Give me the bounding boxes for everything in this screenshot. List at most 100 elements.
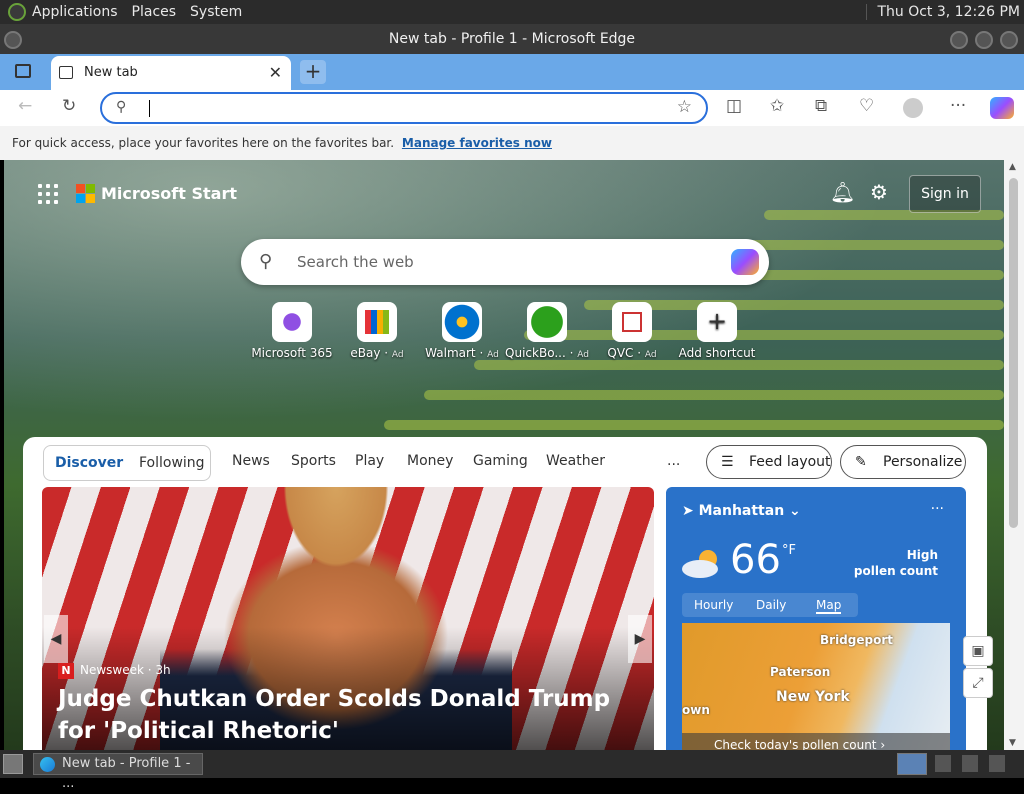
feed-pivot: Discover Following [43, 445, 211, 481]
page-scrollbar[interactable]: ▲ ▼ [1004, 160, 1024, 750]
workspace-2[interactable] [935, 755, 951, 772]
add-shortcut-button[interactable]: + Add shortcut [674, 302, 760, 360]
expand-icon[interactable]: ⤢ [963, 668, 993, 698]
more-menu-icon[interactable]: ··· [950, 96, 966, 116]
workspace-3[interactable] [962, 755, 978, 772]
map-label: Bridgeport [820, 633, 893, 647]
nav-more[interactable]: ... [667, 453, 680, 469]
nav-news[interactable]: News [232, 453, 270, 469]
pollen-map[interactable]: Bridgeport Paterson New York own Check t… [682, 623, 950, 750]
address-bar[interactable]: ⚲ ☆ [100, 92, 708, 124]
copilot-icon[interactable] [731, 249, 759, 275]
shortcut-qvc[interactable]: QVC · Ad [589, 302, 675, 360]
brand-name[interactable]: Microsoft Start [101, 184, 237, 203]
weather-location[interactable]: ➤ Manhattan ⌄ [682, 503, 801, 519]
shortcut-label: Walmart [425, 346, 476, 360]
tab-hourly[interactable]: Hourly [694, 598, 733, 612]
profile-avatar[interactable] [903, 98, 923, 118]
ebay-icon [357, 302, 397, 342]
nav-sports[interactable]: Sports [291, 453, 336, 469]
ad-label: Ad [577, 350, 589, 360]
maximize-icon[interactable] [975, 31, 993, 49]
story-headline[interactable]: Judge Chutkan Order Scolds Donald Trump … [58, 683, 638, 747]
split-screen-icon[interactable]: ◫ [726, 96, 742, 116]
workspace-4[interactable] [989, 755, 1005, 772]
map-label: Paterson [770, 665, 831, 679]
close-window-icon[interactable] [1000, 31, 1018, 49]
weather-tabs: Hourly Daily Map [682, 593, 858, 617]
nav-gaming[interactable]: Gaming [473, 453, 528, 469]
tab-following[interactable]: Following [139, 455, 205, 471]
pollen-level: High [906, 548, 938, 562]
refresh-icon[interactable]: ↻ [62, 96, 76, 116]
shortcut-walmart[interactable]: Walmart · Ad [419, 302, 505, 360]
notifications-bell-icon[interactable]: 🔔︎ [830, 180, 855, 204]
show-desktop-icon[interactable] [3, 754, 23, 774]
temperature: 66 [730, 537, 781, 583]
minimize-icon[interactable] [950, 31, 968, 49]
favorites-icon[interactable]: ✩ [770, 96, 784, 116]
tab-daily[interactable]: Daily [756, 598, 786, 612]
new-tab-page-icon [59, 66, 73, 79]
ad-label: Ad [644, 350, 657, 360]
search-placeholder[interactable]: Search the web [297, 253, 414, 271]
system-menu-bar: Applications Places System Thu Oct 3, 12… [0, 0, 1024, 24]
back-icon[interactable]: ← [18, 96, 32, 116]
weather-card: ➤ Manhattan ⌄ ··· 66 °F High pollen count… [666, 487, 966, 750]
partly-cloudy-icon [680, 549, 726, 579]
scroll-up-icon[interactable]: ▲ [1009, 162, 1016, 172]
tab-map[interactable]: Map [816, 598, 842, 614]
manage-favorites-link[interactable]: Manage favorites now [402, 136, 552, 150]
background-image-icon[interactable]: ▣ [963, 636, 993, 666]
nav-weather[interactable]: Weather [546, 453, 605, 469]
browser-essentials-icon[interactable]: ♡ [859, 96, 874, 116]
pollen-link-text: Check today's pollen count [714, 738, 877, 750]
location-name: Manhattan [698, 503, 785, 519]
favorite-star-icon[interactable]: ☆ [677, 97, 692, 117]
personalize-label: Personalize [883, 454, 963, 470]
nav-money[interactable]: Money [407, 453, 453, 469]
personalize-button[interactable]: ✎ Personalize [840, 445, 966, 479]
weather-more-icon[interactable]: ··· [931, 501, 944, 517]
shortcut-label: eBay [350, 346, 381, 360]
pollen-alert[interactable]: High pollen count [854, 547, 938, 579]
nav-play[interactable]: Play [355, 453, 384, 469]
workspace-switcher[interactable] [897, 753, 927, 775]
system-menu[interactable]: System [190, 4, 242, 20]
tab-discover[interactable]: Discover [55, 455, 123, 471]
scroll-down-icon[interactable]: ▼ [1009, 738, 1016, 748]
window-menu-icon[interactable] [4, 31, 22, 49]
sign-in-button[interactable]: Sign in [909, 175, 981, 213]
feed-layout-button[interactable]: ☰ Feed layout [706, 445, 832, 479]
pollen-link[interactable]: Check today's pollen count › [682, 733, 950, 750]
shortcut-label: Microsoft 365 [251, 346, 333, 360]
tab-strip: New tab ✕ + [0, 54, 1024, 90]
scroll-thumb[interactable] [1009, 178, 1018, 528]
shortcut-quickbooks[interactable]: QuickBo... · Ad [504, 302, 590, 360]
shortcut-microsoft-365[interactable]: Microsoft 365 [249, 302, 335, 360]
previous-arrow-icon[interactable]: ◀ [44, 615, 68, 663]
page-header: Microsoft Start 🔔︎ ⚙ Sign in [4, 160, 1004, 230]
copilot-icon[interactable] [990, 97, 1014, 119]
web-search-box[interactable]: ⚲ Search the web [241, 239, 769, 285]
settings-gear-icon[interactable]: ⚙ [870, 180, 888, 204]
new-tab-button[interactable]: + [300, 60, 326, 84]
story-age: 3h [155, 663, 171, 677]
favorites-hint: For quick access, place your favorites h… [12, 136, 395, 150]
next-arrow-icon[interactable]: ▶ [628, 615, 652, 663]
text-caret [149, 100, 150, 117]
app-launcher-icon[interactable] [38, 184, 58, 204]
close-tab-icon[interactable]: ✕ [269, 63, 282, 82]
clock[interactable]: Thu Oct 3, 12:26 PM [866, 4, 1020, 20]
applications-menu[interactable]: Applications [32, 4, 118, 20]
tab-actions-icon[interactable] [15, 64, 31, 78]
taskbar-edge-window[interactable]: New tab - Profile 1 - ... [33, 753, 203, 791]
walmart-icon [442, 302, 482, 342]
places-menu[interactable]: Places [132, 4, 177, 20]
tab-new-tab[interactable]: New tab ✕ [51, 56, 291, 90]
map-label: own [682, 703, 710, 717]
distro-logo-icon[interactable] [8, 3, 26, 21]
collections-icon[interactable]: ⧉ [815, 96, 827, 116]
hero-story-card[interactable]: ◀ ▶ N Newsweek · 3h Judge Chutkan Order S… [42, 487, 654, 750]
shortcut-ebay[interactable]: eBay · Ad [334, 302, 420, 360]
